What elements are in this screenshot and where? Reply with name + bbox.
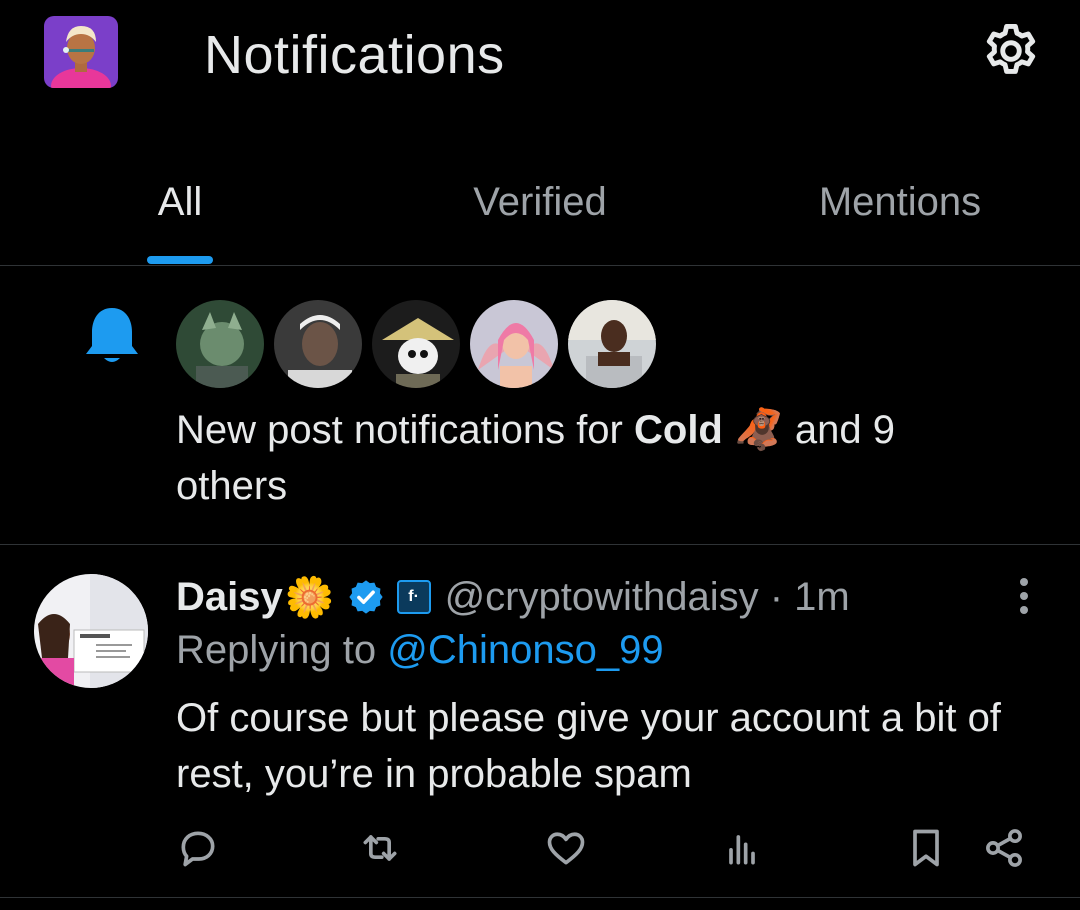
post-time: 1m [794, 574, 850, 619]
share-icon[interactable] [982, 826, 1026, 870]
replying-to: Replying to @Chinonso_99 [176, 628, 664, 673]
notification-text: New post notifications for Cold 🦧 and 9 … [176, 402, 1036, 514]
tab-verified[interactable]: Verified [440, 180, 640, 225]
post-actions [0, 820, 1080, 876]
post-author-name[interactable]: Daisy [176, 575, 283, 620]
post-item[interactable]: Daisy 🌼 f· @cryptowithdaisy · 1m Replyin… [0, 546, 1080, 898]
notification-text-suffix: and 9 [783, 408, 896, 452]
dot-separator: · [758, 574, 795, 619]
avatar[interactable] [174, 298, 266, 390]
reply-icon[interactable] [176, 826, 220, 870]
profile-avatar[interactable] [44, 16, 118, 88]
notification-text-others: others [176, 464, 288, 508]
bookmark-icon[interactable] [904, 826, 948, 870]
post-header: Daisy 🌼 f· @cryptowithdaisy · 1m [176, 572, 850, 622]
avatar[interactable] [272, 298, 364, 390]
active-tab-indicator [147, 256, 213, 264]
verified-badge-icon [348, 580, 383, 614]
views-icon[interactable] [720, 826, 764, 870]
replying-to-mention[interactable]: @Chinonso_99 [387, 628, 663, 672]
avatar[interactable] [566, 298, 658, 390]
more-options-icon[interactable] [1012, 576, 1036, 616]
avatar[interactable] [370, 298, 462, 390]
page-title: Notifications [204, 25, 505, 85]
affiliate-badge[interactable]: f· [396, 580, 431, 614]
avatar[interactable] [468, 298, 560, 390]
tab-mentions[interactable]: Mentions [790, 180, 1010, 225]
avatar[interactable] [34, 574, 148, 688]
top-bar: Notifications [0, 0, 1080, 130]
post-text: Of course but please give your account a… [176, 696, 1001, 796]
orangutan-emoji: 🦧 [734, 408, 784, 452]
notification-user-name[interactable]: Cold [634, 408, 723, 452]
bell-icon [84, 304, 140, 366]
post-author-handle: @cryptowithdaisy · 1m [445, 575, 850, 620]
tab-bar: All Verified Mentions [0, 160, 1080, 266]
like-icon[interactable] [544, 826, 588, 870]
gear-icon[interactable] [980, 20, 1042, 82]
notification-item[interactable]: New post notifications for Cold 🦧 and 9 … [0, 266, 1080, 545]
notification-text-prefix: New post notifications for [176, 408, 634, 452]
flower-emoji: 🌼 [284, 575, 335, 620]
tab-all[interactable]: All [120, 180, 240, 225]
repost-icon[interactable] [358, 826, 402, 870]
handle-text[interactable]: @cryptowithdaisy [445, 575, 759, 619]
replying-to-label: Replying to [176, 628, 388, 672]
